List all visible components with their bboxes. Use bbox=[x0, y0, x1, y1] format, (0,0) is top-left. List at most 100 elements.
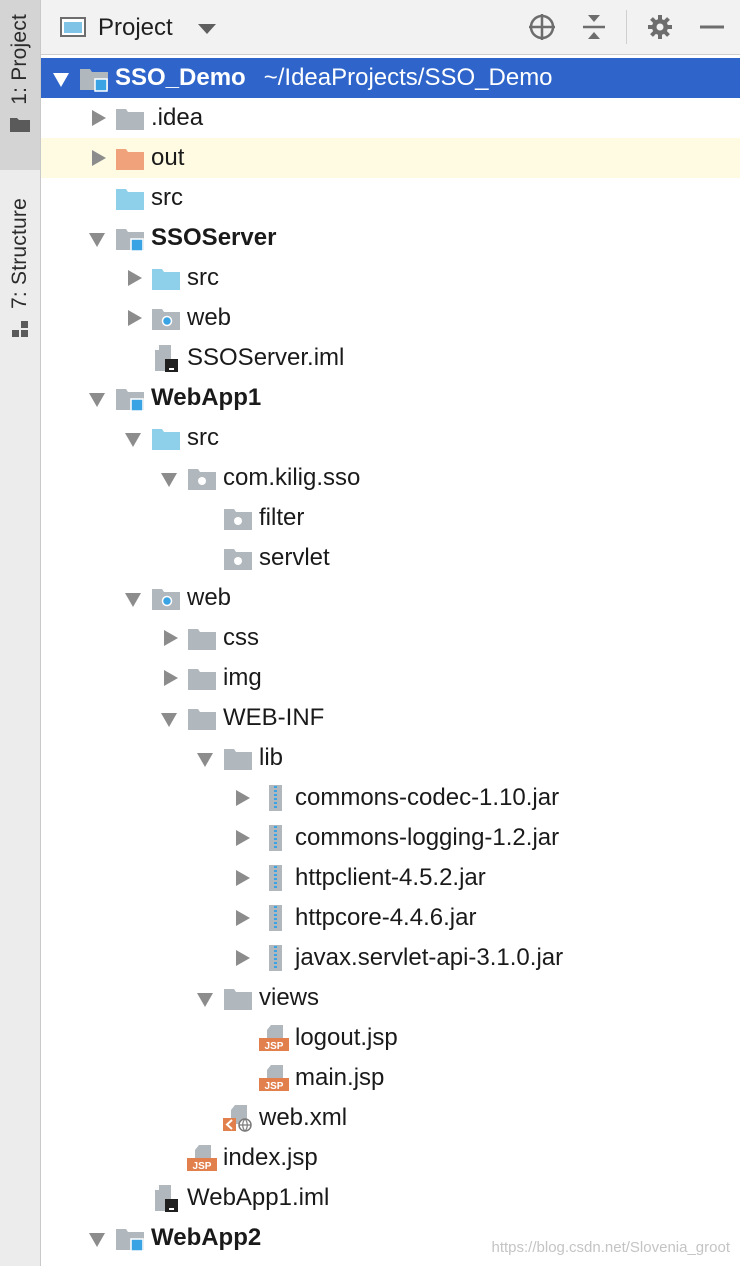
tree-node-label: logout.jsp bbox=[295, 1024, 398, 1051]
expand-arrow-icon[interactable] bbox=[195, 978, 217, 1018]
expand-arrow-icon[interactable] bbox=[159, 698, 181, 738]
tree-node-label: src bbox=[187, 424, 219, 451]
structure-tool-tab[interactable]: 7: Structure bbox=[0, 190, 40, 360]
web-folder-icon bbox=[152, 309, 180, 330]
tree-node[interactable]: commons-logging-1.2.jar bbox=[41, 818, 740, 858]
expand-arrow-icon[interactable] bbox=[51, 58, 73, 98]
tree-node[interactable]: WebApp1.iml bbox=[41, 1178, 740, 1218]
folder-icon bbox=[188, 709, 216, 730]
collapse-arrow-icon[interactable] bbox=[87, 98, 109, 138]
tree-node[interactable]: web bbox=[41, 578, 740, 618]
tree-node[interactable]: css bbox=[41, 618, 740, 658]
tree-node[interactable]: src bbox=[41, 418, 740, 458]
collapse-arrow-icon[interactable] bbox=[123, 258, 145, 298]
tree-node-label: src bbox=[151, 184, 183, 211]
tree-node[interactable]: javax.servlet-api-3.1.0.jar bbox=[41, 938, 740, 978]
tree-node[interactable]: src bbox=[41, 258, 740, 298]
collapse-arrow-icon[interactable] bbox=[159, 658, 181, 698]
expand-arrow-icon[interactable] bbox=[87, 1218, 109, 1258]
tree-node-label: web bbox=[187, 304, 232, 331]
collapse-arrow-icon[interactable] bbox=[87, 138, 109, 178]
watermark: https://blog.csdn.net/Slovenia_groot bbox=[491, 1239, 731, 1256]
expand-arrow-icon[interactable] bbox=[159, 458, 181, 498]
hide-icon[interactable] bbox=[697, 12, 727, 42]
collapse-arrow-icon[interactable] bbox=[231, 898, 253, 938]
collapse-arrow-icon[interactable] bbox=[231, 778, 253, 818]
expand-arrow-icon[interactable] bbox=[195, 738, 217, 778]
tree-node[interactable]: SSOServer bbox=[41, 218, 740, 258]
tree-node[interactable]: web.xml bbox=[41, 1098, 740, 1138]
collapse-arrow-icon[interactable] bbox=[123, 298, 145, 338]
tree-node-label: filter bbox=[259, 504, 305, 531]
project-tool-tab[interactable]: 1: Project bbox=[0, 0, 40, 170]
tree-node[interactable]: out bbox=[41, 138, 740, 178]
tree-node-label: javax.servlet-api-3.1.0.jar bbox=[295, 944, 564, 971]
collapse-arrow-icon[interactable] bbox=[231, 818, 253, 858]
expand-arrow-icon[interactable] bbox=[87, 378, 109, 418]
project-tree[interactable]: SSO_Demo ~/IdeaProjects/SSO_Demo .idea out s… bbox=[41, 58, 740, 1258]
tree-node[interactable]: img bbox=[41, 658, 740, 698]
tree-node[interactable]: lib bbox=[41, 738, 740, 778]
source-folder-icon bbox=[152, 429, 180, 450]
tree-node[interactable]: JSP logout.jsp bbox=[41, 1018, 740, 1058]
xml-file-icon bbox=[223, 1105, 252, 1132]
tree-node[interactable]: httpcore-4.4.6.jar bbox=[41, 898, 740, 938]
tree-node-label: img bbox=[223, 664, 262, 691]
tree-node-label: views bbox=[259, 984, 320, 1011]
collapse-arrow-icon[interactable] bbox=[231, 938, 253, 978]
tree-node[interactable]: JSP main.jsp bbox=[41, 1058, 740, 1098]
tree-node[interactable]: views bbox=[41, 978, 740, 1018]
tree-node-label: commons-codec-1.10.jar bbox=[295, 784, 560, 811]
tree-node-label: servlet bbox=[259, 544, 330, 571]
collapse-arrow-icon[interactable] bbox=[159, 618, 181, 658]
source-folder-icon bbox=[116, 189, 144, 210]
tree-node[interactable]: JSP index.jsp bbox=[41, 1138, 740, 1178]
project-view-icon bbox=[60, 17, 86, 37]
expand-arrow-icon[interactable] bbox=[123, 418, 145, 458]
module-icon bbox=[116, 1229, 144, 1252]
view-title[interactable]: Project bbox=[98, 14, 173, 42]
package-icon bbox=[224, 549, 252, 570]
tree-node-label: out bbox=[151, 144, 185, 171]
jar-icon bbox=[269, 905, 282, 931]
web-folder-icon bbox=[152, 589, 180, 610]
jsp-file-icon: JSP bbox=[187, 1145, 217, 1172]
gear-icon[interactable] bbox=[645, 12, 675, 42]
package-icon bbox=[188, 469, 216, 490]
svg-text:JSP: JSP bbox=[193, 1161, 212, 1172]
tree-node[interactable]: WEB-INF bbox=[41, 698, 740, 738]
tree-node[interactable]: WebApp1 bbox=[41, 378, 740, 418]
collapse-arrow-icon[interactable] bbox=[231, 858, 253, 898]
tree-node[interactable]: filter bbox=[41, 498, 740, 538]
svg-text:JSP: JSP bbox=[265, 1081, 284, 1092]
chevron-down-icon[interactable] bbox=[198, 24, 216, 34]
tree-node[interactable]: src bbox=[41, 178, 740, 218]
expand-arrow-icon[interactable] bbox=[123, 578, 145, 618]
locate-icon[interactable] bbox=[527, 12, 557, 42]
tree-node[interactable]: servlet bbox=[41, 538, 740, 578]
structure-tool-tab-label: 7: Structure bbox=[8, 198, 31, 309]
expand-arrow-icon[interactable] bbox=[87, 218, 109, 258]
tree-node[interactable]: SSO_Demo ~/IdeaProjects/SSO_Demo bbox=[41, 58, 740, 98]
tree-node[interactable]: SSOServer.iml bbox=[41, 338, 740, 378]
folder-icon bbox=[224, 749, 252, 770]
tree-node[interactable]: web bbox=[41, 298, 740, 338]
folder-icon bbox=[10, 117, 30, 132]
tree-node[interactable]: httpclient-4.5.2.jar bbox=[41, 858, 740, 898]
iml-file-icon bbox=[155, 1185, 178, 1212]
tree-node-label: web.xml bbox=[259, 1104, 348, 1131]
tree-node-label: SSOServer bbox=[151, 224, 277, 251]
package-icon bbox=[224, 509, 252, 530]
tree-node[interactable]: commons-codec-1.10.jar bbox=[41, 778, 740, 818]
tool-window-strip: 1: Project 7: Structure bbox=[0, 0, 41, 1266]
header-separator bbox=[626, 10, 627, 44]
tree-node[interactable]: com.kilig.sso bbox=[41, 458, 740, 498]
tree-node-label: com.kilig.sso bbox=[223, 464, 361, 491]
module-icon bbox=[116, 389, 144, 412]
iml-file-icon bbox=[155, 345, 178, 372]
tree-node-label: WEB-INF bbox=[223, 704, 325, 731]
tree-node[interactable]: .idea bbox=[41, 98, 740, 138]
jar-icon bbox=[269, 785, 282, 811]
collapse-all-icon[interactable] bbox=[579, 12, 609, 42]
svg-text:JSP: JSP bbox=[265, 1041, 284, 1052]
